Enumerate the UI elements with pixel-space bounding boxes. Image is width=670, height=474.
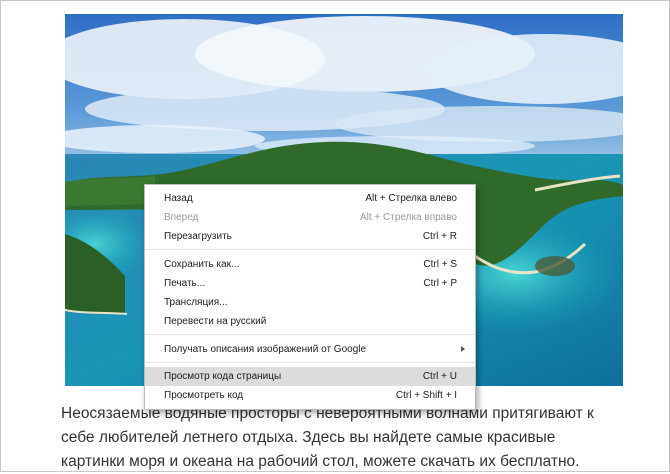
menu-item-shortcut: Alt + Стрелка влево — [365, 193, 457, 204]
submenu-arrow-icon — [461, 346, 465, 352]
menu-item-label: Печать... — [164, 278, 206, 289]
context-menu: Назад Alt + Стрелка влево Вперед Alt + С… — [144, 184, 476, 410]
menu-item-label: Трансляция... — [164, 297, 228, 308]
menu-item-view-source[interactable]: Просмотр кода страницы Ctrl + U — [145, 367, 475, 386]
menu-separator — [145, 249, 475, 250]
menu-item-label: Просмотр кода страницы — [164, 371, 282, 382]
menu-item-cast[interactable]: Трансляция... — [145, 293, 475, 312]
menu-separator — [145, 334, 475, 335]
menu-item-print[interactable]: Печать... Ctrl + P — [145, 274, 475, 293]
menu-item-shortcut: Ctrl + Shift + I — [395, 390, 457, 401]
menu-item-forward[interactable]: Вперед Alt + Стрелка вправо — [145, 208, 475, 227]
menu-item-inspect[interactable]: Просмотреть код Ctrl + Shift + I — [145, 386, 475, 405]
menu-item-label: Перевести на русский — [164, 316, 267, 327]
menu-item-image-descriptions[interactable]: Получать описания изображений от Google — [145, 340, 475, 359]
menu-item-shortcut: Ctrl + R — [422, 231, 457, 242]
menu-item-label: Получать описания изображений от Google — [164, 344, 367, 355]
article-caption: Неосязаемые водяные просторы с невероятн… — [61, 405, 594, 470]
menu-item-shortcut: Alt + Стрелка вправо — [359, 212, 457, 223]
menu-item-reload[interactable]: Перезагрузить Ctrl + R — [145, 227, 475, 246]
menu-item-shortcut: Ctrl + U — [422, 371, 457, 382]
menu-item-label: Назад — [164, 193, 193, 204]
menu-item-label: Просмотреть код — [164, 390, 244, 401]
menu-separator — [145, 362, 475, 363]
menu-item-label: Перезагрузить — [164, 231, 232, 242]
menu-item-label: Вперед — [164, 212, 199, 223]
menu-item-back[interactable]: Назад Alt + Стрелка влево — [145, 189, 475, 208]
menu-item-save-as[interactable]: Сохранить как... Ctrl + S — [145, 255, 475, 274]
menu-item-shortcut: Ctrl + S — [423, 259, 457, 270]
menu-item-translate[interactable]: Перевести на русский — [145, 312, 475, 331]
menu-item-shortcut: Ctrl + P — [423, 278, 457, 289]
menu-item-label: Сохранить как... — [164, 259, 240, 270]
